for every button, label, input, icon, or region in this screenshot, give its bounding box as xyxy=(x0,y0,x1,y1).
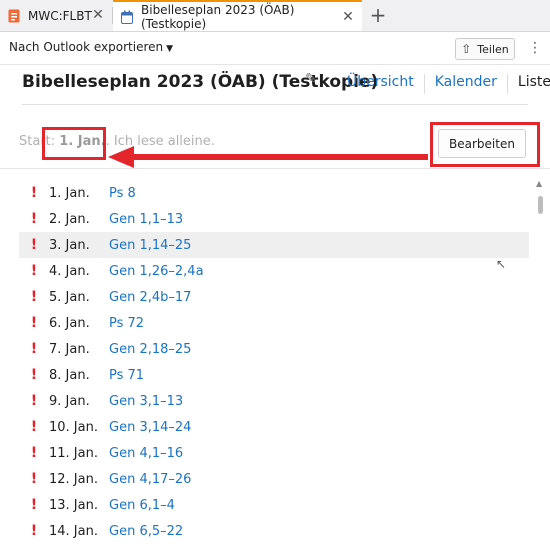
exclamation-icon: ! xyxy=(30,393,38,409)
close-icon[interactable]: ✕ xyxy=(340,9,356,25)
exclamation-icon: ! xyxy=(30,289,38,305)
entry-reference-link[interactable]: Gen 2,4b–17 xyxy=(109,290,191,305)
edit-pencil-icon[interactable]: ✎ xyxy=(305,71,317,87)
entry-reference-link[interactable]: Gen 2,18–25 xyxy=(109,342,191,357)
entry-day: 6. Jan. xyxy=(49,315,90,331)
share-label: Teilen xyxy=(477,42,509,56)
entry-reference-link[interactable]: Gen 4,1–16 xyxy=(109,446,183,461)
entry-day: 3. Jan. xyxy=(49,237,90,253)
entry-reference-link[interactable]: Ps 71 xyxy=(109,368,144,383)
list-item[interactable]: ! 4. Jan. Gen 1,26–2,4a xyxy=(19,258,529,284)
tab-uebersicht[interactable]: Übersicht xyxy=(337,74,424,94)
list-item[interactable]: ! 7. Jan. Gen 2,18–25 xyxy=(19,336,529,362)
entry-reference-link[interactable]: Ps 8 xyxy=(109,186,136,201)
entry-day: 13. Jan. xyxy=(49,497,98,513)
entry-reference-link[interactable]: Gen 4,17–26 xyxy=(109,472,191,487)
entry-day: 4. Jan. xyxy=(49,263,90,279)
highlight-box-edit-button xyxy=(430,122,540,167)
toolbar: Nach Outlook exportieren ▼ ⇧ Teilen ⋮ xyxy=(0,32,550,64)
entry-reference-link[interactable]: Gen 3,1–13 xyxy=(109,394,183,409)
list-item[interactable]: ! 12. Jan. Gen 4,17–26 xyxy=(19,466,529,492)
exclamation-icon: ! xyxy=(30,367,38,383)
list-item[interactable]: ! 14. Jan. Gen 6,5–22 xyxy=(19,518,529,544)
mouse-cursor-icon: ↖ xyxy=(496,257,507,271)
export-dropdown[interactable]: Nach Outlook exportieren ▼ xyxy=(9,40,173,54)
entry-reference-link[interactable]: Ps 72 xyxy=(109,316,144,331)
exclamation-icon: ! xyxy=(30,471,38,487)
entry-reference-link[interactable]: Gen 1,14–25 xyxy=(109,238,191,253)
entry-reference-link[interactable]: Gen 1,1–13 xyxy=(109,212,183,227)
entry-day: 5. Jan. xyxy=(49,289,90,305)
entry-reference-link[interactable]: Gen 3,14–24 xyxy=(109,420,191,435)
exclamation-icon: ! xyxy=(30,211,38,227)
more-options-icon[interactable]: ⋮ xyxy=(528,40,542,56)
entry-day: 10. Jan. xyxy=(49,419,98,435)
annotation-arrow-shaft xyxy=(130,154,428,160)
share-icon: ⇧ xyxy=(461,42,472,56)
entry-reference-link[interactable]: Gen 1,26–2,4a xyxy=(109,264,204,279)
entry-day: 12. Jan. xyxy=(49,471,98,487)
tab-bibelleseplan[interactable]: Bibelleseplan 2023 (ÖAB) (Testkopie) ✕ xyxy=(113,0,362,31)
exclamation-icon: ! xyxy=(30,237,38,253)
divider xyxy=(0,64,550,65)
list-item[interactable]: ! 13. Jan. Gen 6,1–4 xyxy=(19,492,529,518)
page-title: Bibelleseplan 2023 (ÖAB) (Testkopie) xyxy=(22,72,379,92)
highlight-box-start-date xyxy=(42,127,106,160)
calendar-icon xyxy=(121,10,133,24)
list-item[interactable]: ! 2. Jan. Gen 1,1–13 xyxy=(19,206,529,232)
tab-kalender[interactable]: Kalender xyxy=(423,74,507,94)
share-button[interactable]: ⇧ Teilen xyxy=(455,38,515,60)
entry-day: 8. Jan. xyxy=(49,367,90,383)
tab-label: Bibelleseplan 2023 (ÖAB) (Testkopie) xyxy=(141,2,295,31)
entry-day: 9. Jan. xyxy=(49,393,90,409)
divider xyxy=(0,168,550,169)
annotation-arrow-head xyxy=(108,146,134,168)
exclamation-icon: ! xyxy=(30,315,38,331)
entry-day: 11. Jan. xyxy=(49,445,98,461)
list-item[interactable]: ! 3. Jan. Gen 1,14–25 xyxy=(19,232,529,258)
view-tabs: Übersicht Kalender Liste xyxy=(337,74,550,94)
divider xyxy=(22,104,528,105)
new-tab-icon[interactable]: + xyxy=(368,4,388,26)
entry-reference-link[interactable]: Gen 6,5–22 xyxy=(109,524,183,539)
exclamation-icon: ! xyxy=(30,497,38,513)
close-icon[interactable]: ✕ xyxy=(90,7,106,23)
scrollbar-thumb[interactable] xyxy=(538,196,543,214)
export-label: Nach Outlook exportieren xyxy=(9,40,164,54)
chevron-down-icon: ▼ xyxy=(166,44,174,54)
entry-reference-link[interactable]: Gen 6,1–4 xyxy=(109,498,175,513)
list-item[interactable]: ! 5. Jan. Gen 2,4b–17 xyxy=(19,284,529,310)
exclamation-icon: ! xyxy=(30,341,38,357)
reading-list: ! 1. Jan. Ps 8! 2. Jan. Gen 1,1–13! 3. Jan. Ge… xyxy=(19,180,529,544)
exclamation-icon: ! xyxy=(30,185,38,201)
list-item[interactable]: ! 11. Jan. Gen 4,1–16 xyxy=(19,440,529,466)
exclamation-icon: ! xyxy=(30,445,38,461)
document-icon xyxy=(8,9,20,23)
tab-bar: MWC:FLBT ✕ Bibelleseplan 2023 (ÖAB) (Tes… xyxy=(0,0,550,32)
list-item[interactable]: ! 10. Jan. Gen 3,14–24 xyxy=(19,414,529,440)
exclamation-icon: ! xyxy=(30,419,38,435)
list-item[interactable]: ! 1. Jan. Ps 8 xyxy=(19,180,529,206)
entry-day: 7. Jan. xyxy=(49,341,90,357)
scroll-up-icon[interactable]: ▲ xyxy=(536,179,542,188)
exclamation-icon: ! xyxy=(30,263,38,279)
entry-day: 2. Jan. xyxy=(49,211,90,227)
tab-liste[interactable]: Liste xyxy=(506,74,550,94)
tab-mwc-flbt[interactable]: MWC:FLBT ✕ xyxy=(0,0,112,31)
exclamation-icon: ! xyxy=(30,523,38,539)
entry-day: 14. Jan. xyxy=(49,523,98,539)
list-item[interactable]: ! 6. Jan. Ps 72 xyxy=(19,310,529,336)
list-item[interactable]: ! 9. Jan. Gen 3,1–13 xyxy=(19,388,529,414)
list-item[interactable]: ! 8. Jan. Ps 71 xyxy=(19,362,529,388)
tab-label: MWC:FLBT xyxy=(28,8,92,23)
entry-day: 1. Jan. xyxy=(49,185,90,201)
